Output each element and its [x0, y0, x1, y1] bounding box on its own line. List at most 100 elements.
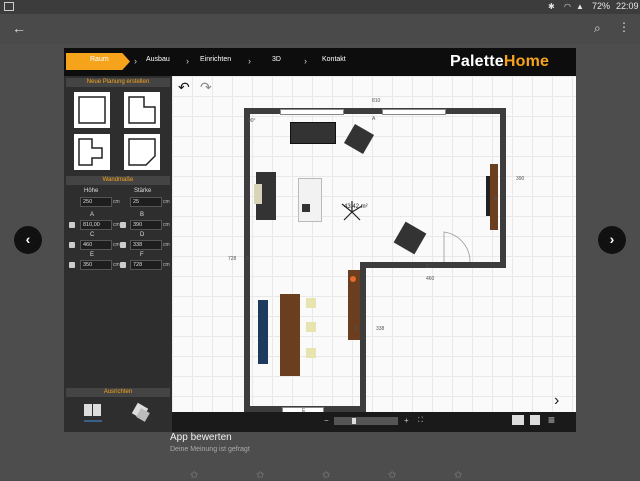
wall-a-unit: cm: [113, 222, 120, 228]
room-area: 43,42 m²: [344, 204, 368, 210]
next-screenshot-button[interactable]: ›: [598, 226, 626, 254]
nav-3d[interactable]: 3D: [272, 56, 281, 63]
floor-plan-canvas[interactable]: ↶ ↷ 810 390 728 460 338 43,42 m² 90° A B…: [172, 76, 576, 412]
wall-d-letter: D: [354, 326, 358, 332]
dining-table[interactable]: [280, 294, 300, 376]
rate-app-subtitle: Deine Meinung ist gefragt: [170, 446, 250, 453]
wall-b-letter: B: [494, 196, 498, 202]
lock-icon[interactable]: [69, 262, 75, 268]
wall-c-input[interactable]: 460: [80, 240, 112, 250]
nav-chevron-icon: ›: [134, 56, 137, 66]
wall-f-label: F: [140, 252, 144, 258]
star-icon[interactable]: ✩: [322, 470, 330, 481]
chair[interactable]: [306, 322, 316, 332]
lock-icon[interactable]: [120, 222, 126, 228]
wall-a-letter: A: [372, 116, 376, 122]
dim-top: 810: [372, 98, 381, 104]
sofa[interactable]: [290, 122, 336, 144]
height-input[interactable]: 250: [80, 197, 112, 207]
cushion: [254, 184, 262, 204]
prev-screenshot-button[interactable]: ‹: [14, 226, 42, 254]
armchair[interactable]: [343, 123, 375, 155]
wall-c-letter: C: [426, 264, 430, 270]
more-options-icon[interactable]: ⋮: [618, 20, 630, 34]
coffee-table-item: [302, 204, 310, 212]
lock-icon[interactable]: [120, 262, 126, 268]
app-top-bar: ← ⌕ ⋮: [0, 14, 640, 44]
nav-ausbau[interactable]: Ausbau: [146, 56, 170, 63]
wall-d-input[interactable]: 338: [130, 240, 162, 250]
room-shape-t[interactable]: [74, 134, 110, 170]
menu-icon[interactable]: ≡: [548, 413, 555, 427]
nav-chevron-icon: ›: [186, 56, 189, 66]
dim-right: 390: [516, 176, 525, 182]
nav-einrichten[interactable]: Einrichten: [200, 56, 231, 63]
wall-f-input[interactable]: 728: [130, 260, 162, 270]
nav-kontakt[interactable]: Kontakt: [322, 56, 346, 63]
lock-icon[interactable]: [120, 242, 126, 248]
room-shape-angled[interactable]: [124, 134, 160, 170]
wall-a-label: A: [90, 212, 95, 218]
angle-label: 90°: [248, 118, 256, 124]
undo-icon[interactable]: ↶: [178, 79, 190, 96]
align-rotate-button[interactable]: [130, 402, 152, 424]
next-arrow-icon[interactable]: ›: [554, 392, 559, 410]
dim-inner: 338: [376, 326, 385, 332]
armchair[interactable]: [393, 221, 427, 255]
wall-d-unit: cm: [163, 242, 170, 248]
zoom-out-button[interactable]: −: [324, 416, 329, 425]
zoom-in-button[interactable]: +: [404, 416, 409, 425]
rate-app-title[interactable]: App bewerten: [170, 432, 232, 443]
thickness-input[interactable]: 25: [130, 197, 162, 207]
wall-dimensions-header: Wandmaße: [66, 176, 170, 185]
coffee-table[interactable]: [298, 178, 322, 222]
star-icon[interactable]: ✩: [454, 470, 462, 481]
wall-e-input[interactable]: 350: [80, 260, 112, 270]
gallery-icon: [4, 2, 14, 11]
clock: 22:09: [616, 1, 639, 11]
room-shape-square[interactable]: [74, 92, 110, 128]
wall-f-letter: F: [246, 256, 250, 262]
window[interactable]: [280, 109, 344, 115]
window[interactable]: [382, 109, 446, 115]
lock-icon[interactable]: [69, 222, 75, 228]
star-icon[interactable]: ✩: [256, 470, 264, 481]
zoom-thumb[interactable]: [352, 418, 356, 424]
align-header: Ausrichten: [66, 388, 170, 397]
door-swing[interactable]: [442, 226, 472, 266]
search-icon[interactable]: ⌕: [594, 21, 601, 36]
star-icon[interactable]: ✩: [388, 470, 396, 481]
folder-icon[interactable]: [512, 415, 524, 425]
wall-b[interactable]: [500, 108, 506, 268]
star-icon[interactable]: ✩: [190, 470, 198, 481]
wall-d[interactable]: [360, 262, 366, 412]
nav-chevron-icon: ›: [248, 56, 251, 66]
bottom-toolbar: − + ⛶ ≡: [172, 412, 576, 432]
room-shape-l[interactable]: [124, 92, 160, 128]
main-navigation: Raum › Ausbau › Einrichten › 3D › Kontak…: [64, 48, 576, 76]
signal-icon: ▲: [576, 2, 584, 11]
wall-f-unit: cm: [163, 262, 170, 268]
decor: [350, 276, 356, 282]
app-screenshot: Raum › Ausbau › Einrichten › 3D › Kontak…: [64, 48, 576, 432]
redo-icon[interactable]: ↷: [200, 79, 212, 96]
sidebar: Neue Planung erstellen Wandmaße Höhe Stä…: [64, 76, 173, 432]
save-icon[interactable]: [530, 415, 540, 425]
nav-raum[interactable]: Raum: [90, 56, 109, 63]
bench[interactable]: [258, 300, 268, 364]
height-label: Höhe: [84, 188, 99, 194]
chair[interactable]: [306, 348, 316, 358]
wall-a-input[interactable]: 810,00: [80, 220, 112, 230]
chair[interactable]: [306, 298, 316, 308]
thickness-unit: cm: [163, 199, 170, 205]
battery-level: 72%: [592, 1, 611, 11]
zoom-slider[interactable]: [334, 417, 398, 425]
back-arrow-icon[interactable]: ←: [12, 20, 26, 36]
lock-icon[interactable]: [69, 242, 75, 248]
align-horizontal-button[interactable]: [82, 402, 104, 424]
wall-b-input[interactable]: 390: [130, 220, 162, 230]
tv[interactable]: [486, 176, 490, 216]
wall-e-unit: cm: [113, 262, 120, 268]
fit-screen-icon[interactable]: ⛶: [418, 417, 423, 425]
wall-c[interactable]: [360, 262, 506, 268]
